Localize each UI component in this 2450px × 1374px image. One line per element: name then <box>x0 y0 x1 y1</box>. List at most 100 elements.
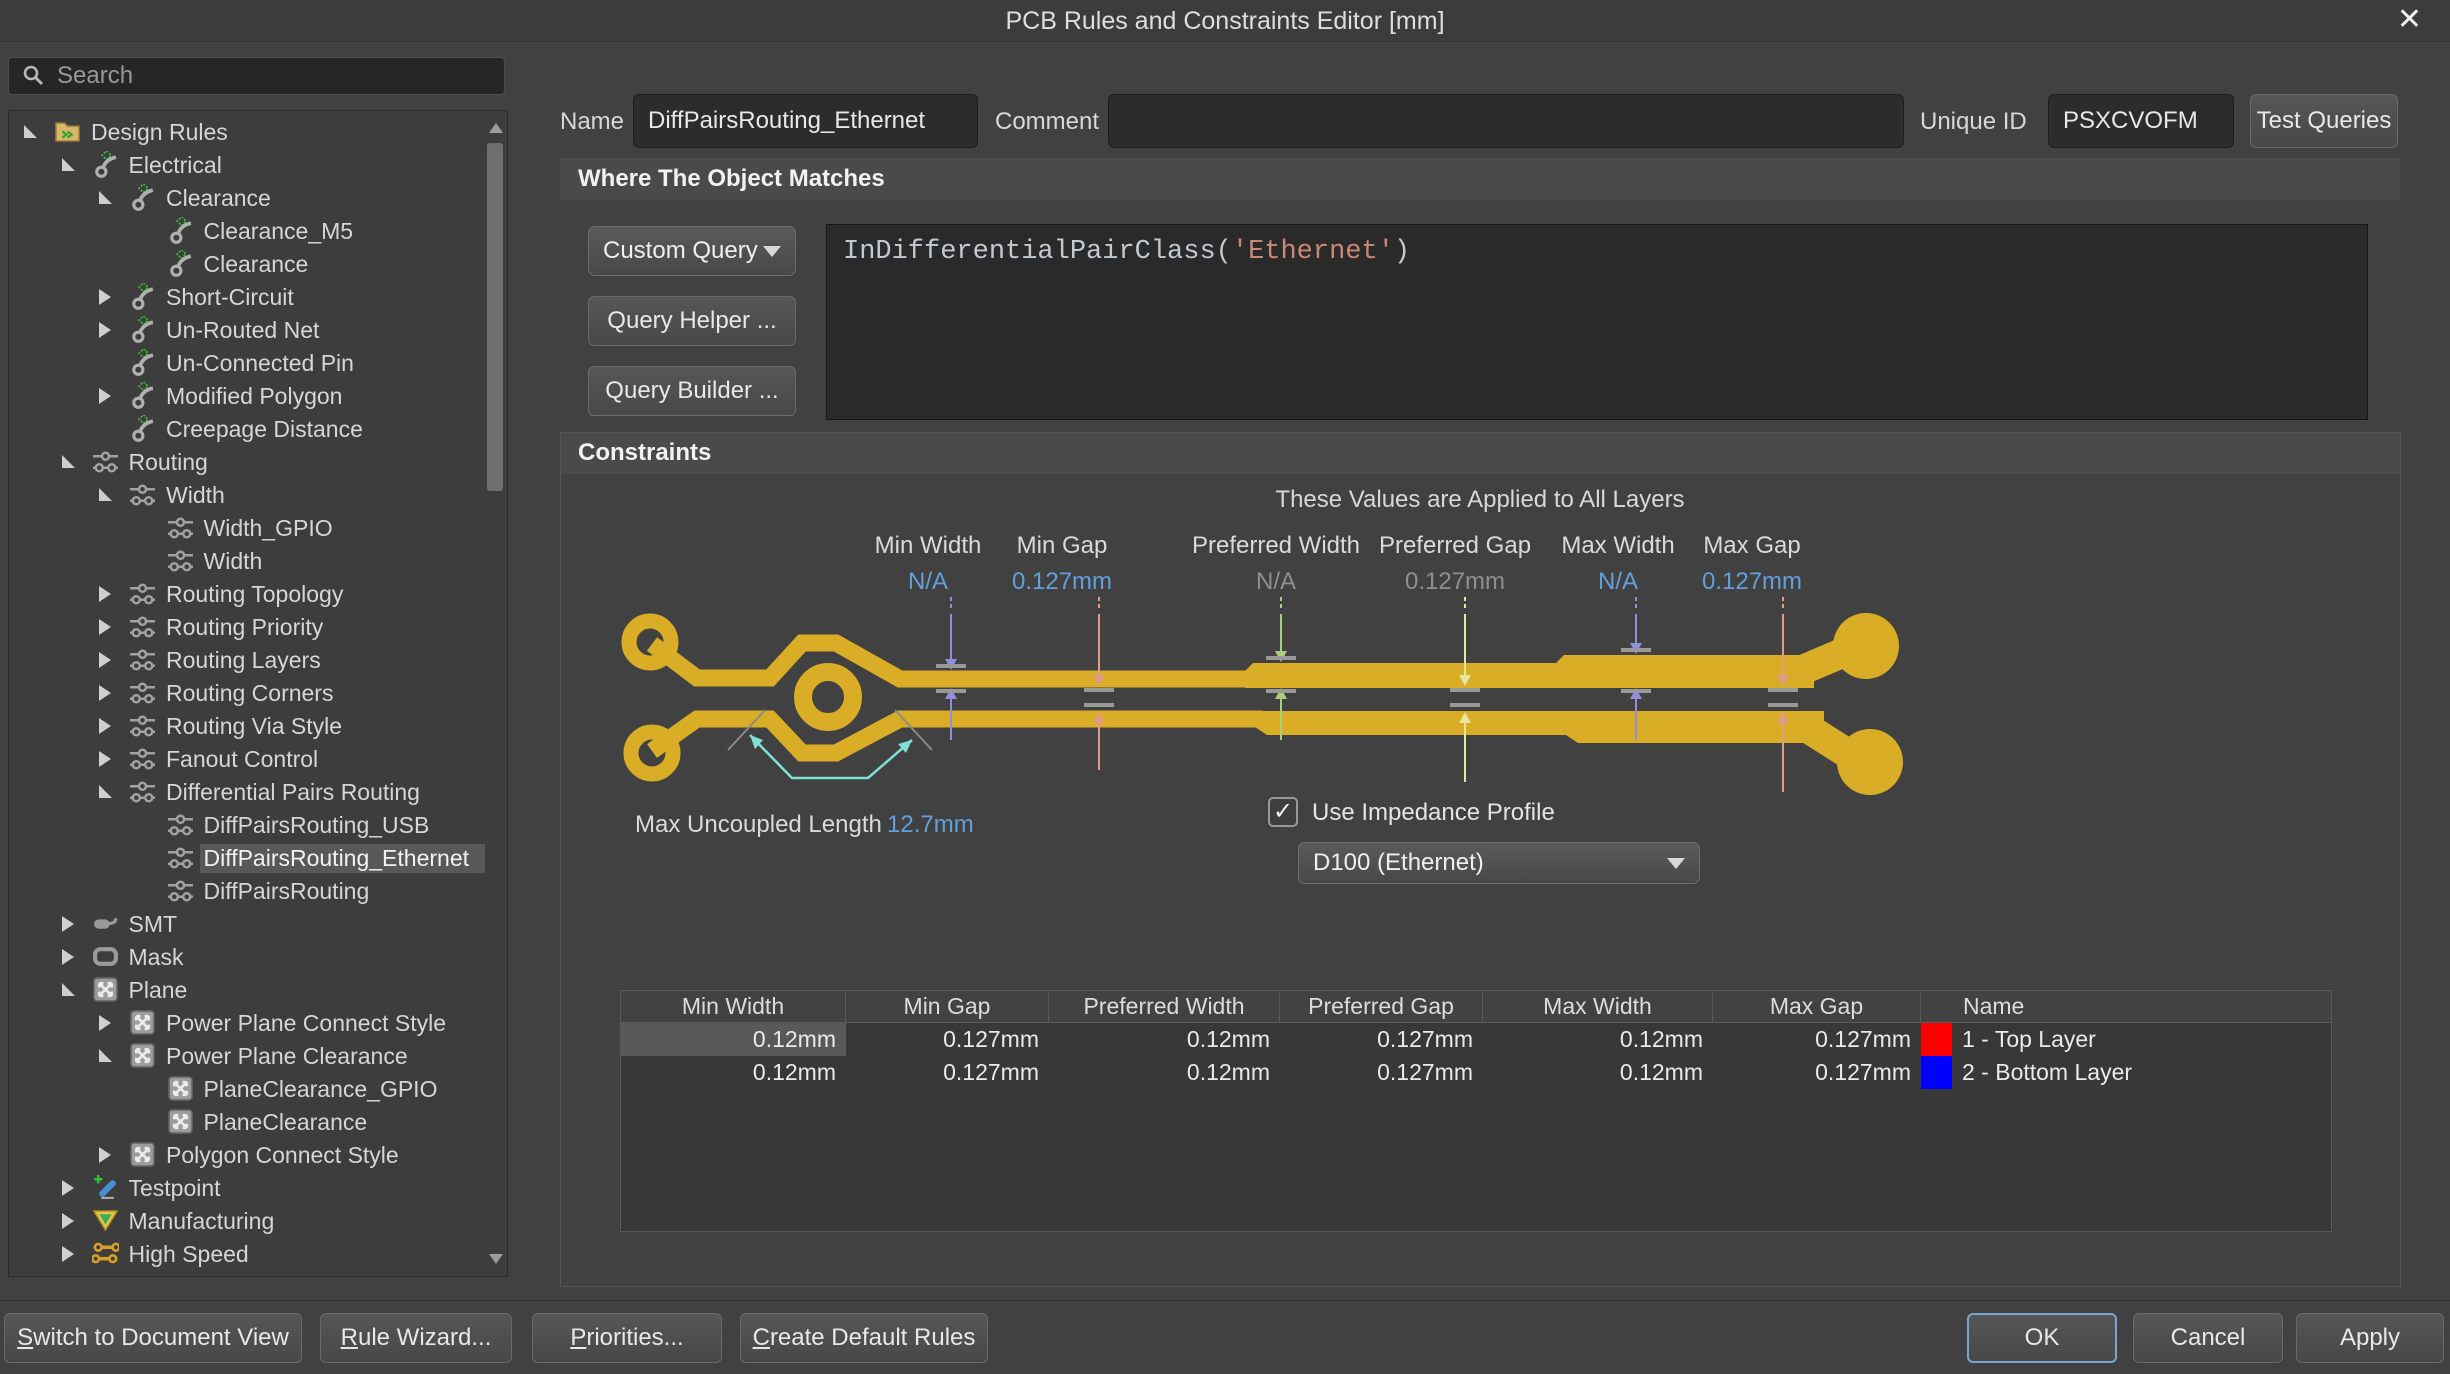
tree-item-electrical[interactable]: Electrical <box>9 148 485 181</box>
table-cell[interactable]: 0.12mm <box>1049 1023 1280 1056</box>
tree-item-polygon-connect-style[interactable]: Polygon Connect Style <box>9 1138 485 1171</box>
tree-item-testpoint[interactable]: Testpoint <box>9 1171 485 1204</box>
scroll-down-icon[interactable] <box>489 1254 503 1264</box>
tree-item-routing-layers[interactable]: Routing Layers <box>9 643 485 676</box>
table-cell[interactable]: 0.12mm <box>621 1056 846 1089</box>
table-cell[interactable]: 0.12mm <box>1483 1056 1713 1089</box>
tree-item-diffpairsrouting-ethernet[interactable]: DiffPairsRouting_Ethernet <box>9 841 485 874</box>
measurement-value[interactable]: 0.127mm <box>1012 568 1112 596</box>
table-cell[interactable]: 0.127mm <box>846 1056 1049 1089</box>
expander-open-icon[interactable] <box>99 488 112 501</box>
tree-item-modified-polygon[interactable]: Modified Polygon <box>9 379 485 412</box>
tree-item-clearance[interactable]: Clearance <box>9 181 485 214</box>
tree-item-clearance-m5[interactable]: Clearance_M5 <box>9 214 485 247</box>
tree-item-planeclearance-gpio[interactable]: PlaneClearance_GPIO <box>9 1072 485 1105</box>
tree-item-fanout-control[interactable]: Fanout Control <box>9 742 485 775</box>
measurement-value[interactable]: N/A <box>1256 568 1296 596</box>
expander-closed-icon[interactable] <box>99 289 111 305</box>
test-queries-button[interactable]: Test Queries <box>2250 94 2398 148</box>
tree-item-routing-priority[interactable]: Routing Priority <box>9 610 485 643</box>
tree-item-un-connected-pin[interactable]: Un-Connected Pin <box>9 346 485 379</box>
max-uncoupled-value[interactable]: 12.7mm <box>887 811 974 839</box>
tree-item-plane[interactable]: Plane <box>9 973 485 1006</box>
tree-item-routing-corners[interactable]: Routing Corners <box>9 676 485 709</box>
expander-closed-icon[interactable] <box>99 619 111 635</box>
expander-open-icon[interactable] <box>99 191 112 204</box>
unique-id-field[interactable] <box>2048 94 2234 148</box>
table-cell[interactable]: 0.127mm <box>1280 1056 1483 1089</box>
table-cell[interactable]: 0.12mm <box>1483 1023 1713 1056</box>
rule-wizard--button[interactable]: Rule Wizard... <box>320 1313 512 1363</box>
table-cell-name[interactable]: 1 - Top Layer <box>1921 1023 2331 1056</box>
query-builder-button[interactable]: Query Builder ... <box>588 366 796 416</box>
impedance-checkbox[interactable]: ✓ <box>1268 797 1298 827</box>
query-helper-button[interactable]: Query Helper ... <box>588 296 796 346</box>
expander-closed-icon[interactable] <box>99 322 111 338</box>
table-cell[interactable]: 0.127mm <box>846 1023 1049 1056</box>
tree-item-manufacturing[interactable]: Manufacturing <box>9 1204 485 1237</box>
column-header-min-gap[interactable]: Min Gap <box>846 991 1049 1022</box>
tree-item-smt[interactable]: SMT <box>9 907 485 940</box>
column-header-min-width[interactable]: Min Width <box>621 991 846 1022</box>
search-input[interactable] <box>57 62 477 90</box>
expander-open-icon[interactable] <box>62 983 75 996</box>
tree-item-creepage-distance[interactable]: Creepage Distance <box>9 412 485 445</box>
expander-open-icon[interactable] <box>62 455 75 468</box>
tree-item-width-gpio[interactable]: Width_GPIO <box>9 511 485 544</box>
expander-closed-icon[interactable] <box>99 1147 111 1163</box>
tree-item-diffpairsrouting-usb[interactable]: DiffPairsRouting_USB <box>9 808 485 841</box>
column-header-name[interactable]: Name <box>1921 991 2331 1022</box>
tree-item-short-circuit[interactable]: Short-Circuit <box>9 280 485 313</box>
custom-query-editor[interactable]: InDifferentialPairClass('Ethernet') <box>826 224 2368 420</box>
tree-item-width[interactable]: Width <box>9 544 485 577</box>
switch-to-document-view-button[interactable]: Switch to Document View <box>4 1313 302 1363</box>
expander-open-icon[interactable] <box>24 125 37 138</box>
measurement-value[interactable]: 0.127mm <box>1702 568 1802 596</box>
expander-closed-icon[interactable] <box>99 652 111 668</box>
scroll-thumb[interactable] <box>487 143 503 491</box>
scroll-up-icon[interactable] <box>489 123 503 133</box>
tree-scrollbar[interactable] <box>485 113 505 1274</box>
expander-closed-icon[interactable] <box>99 685 111 701</box>
table-row[interactable]: 0.12mm0.127mm0.12mm0.127mm0.12mm0.127mm1… <box>621 1023 2331 1056</box>
tree-item-power-plane-connect-style[interactable]: Power Plane Connect Style <box>9 1006 485 1039</box>
tree-item-mask[interactable]: Mask <box>9 940 485 973</box>
tree-item-width[interactable]: Width <box>9 478 485 511</box>
comment-field[interactable] <box>1108 94 1904 148</box>
expander-closed-icon[interactable] <box>62 916 74 932</box>
tree-item-planeclearance[interactable]: PlaneClearance <box>9 1105 485 1138</box>
expander-closed-icon[interactable] <box>62 1246 74 1262</box>
expander-closed-icon[interactable] <box>99 718 111 734</box>
tree-item-diffpairsrouting[interactable]: DiffPairsRouting <box>9 874 485 907</box>
column-header-max-width[interactable]: Max Width <box>1483 991 1713 1022</box>
table-row[interactable]: 0.12mm0.127mm0.12mm0.127mm0.12mm0.127mm2… <box>621 1056 2331 1089</box>
expander-closed-icon[interactable] <box>99 751 111 767</box>
cancel-button[interactable]: Cancel <box>2133 1313 2283 1363</box>
tree-item-routing-via-style[interactable]: Routing Via Style <box>9 709 485 742</box>
measurement-value[interactable]: 0.127mm <box>1405 568 1505 596</box>
priorities--button[interactable]: Priorities... <box>532 1313 722 1363</box>
measurement-value[interactable]: N/A <box>908 568 948 596</box>
apply-button[interactable]: Apply <box>2296 1313 2444 1363</box>
expander-open-icon[interactable] <box>99 1049 112 1062</box>
tree-item-differential-pairs-routing[interactable]: Differential Pairs Routing <box>9 775 485 808</box>
measurement-value[interactable]: N/A <box>1598 568 1638 596</box>
tree-item-partial[interactable] <box>9 1270 485 1277</box>
tree-item-routing-topology[interactable]: Routing Topology <box>9 577 485 610</box>
tree-item-high-speed[interactable]: High Speed <box>9 1237 485 1270</box>
expander-closed-icon[interactable] <box>62 1180 74 1196</box>
expander-closed-icon[interactable] <box>99 586 111 602</box>
column-header-preferred-gap[interactable]: Preferred Gap <box>1280 991 1483 1022</box>
tree-item-un-routed-net[interactable]: Un-Routed Net <box>9 313 485 346</box>
name-field[interactable] <box>633 94 978 148</box>
table-cell[interactable]: 0.12mm <box>621 1023 846 1056</box>
table-cell[interactable]: 0.127mm <box>1713 1023 1921 1056</box>
table-cell[interactable]: 0.127mm <box>1713 1056 1921 1089</box>
expander-open-icon[interactable] <box>99 785 112 798</box>
expander-closed-icon[interactable] <box>99 388 111 404</box>
search-box[interactable] <box>8 57 505 95</box>
table-cell-name[interactable]: 2 - Bottom Layer <box>1921 1056 2331 1089</box>
query-type-dropdown[interactable]: Custom Query <box>588 226 796 276</box>
table-cell[interactable]: 0.12mm <box>1049 1056 1280 1089</box>
column-header-preferred-width[interactable]: Preferred Width <box>1049 991 1280 1022</box>
